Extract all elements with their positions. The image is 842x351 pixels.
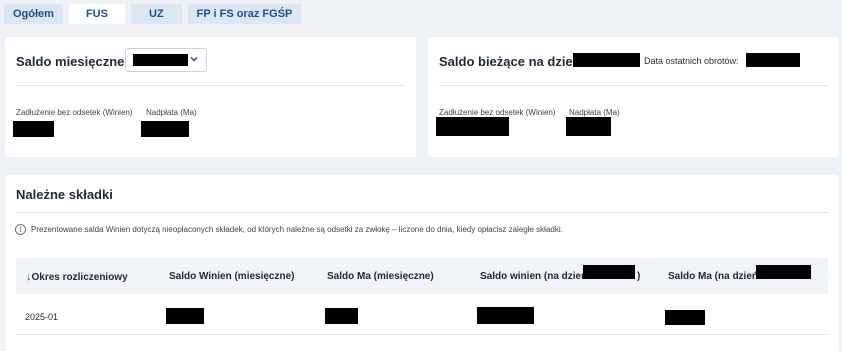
redacted-header-date xyxy=(583,265,635,279)
redacted-cell-credit-current xyxy=(665,310,705,325)
debt-label: Zadłużenie bez odsetek (Winien) xyxy=(16,108,133,117)
column-header-period[interactable]: ↓Okres rozliczeniowy xyxy=(26,271,128,283)
current-balance-title: Saldo bieżące na dzień: xyxy=(439,54,585,69)
column-header-debit-current-close: ) xyxy=(637,271,641,282)
redacted-month-value xyxy=(133,54,188,66)
divider xyxy=(16,85,405,86)
tab-fus[interactable]: FUS xyxy=(68,4,125,24)
tab-ogolem[interactable]: Ogółem xyxy=(4,4,63,24)
redacted-last-turnover-date xyxy=(746,53,800,67)
overpayment-label: Nadpłata (Ma) xyxy=(146,108,197,117)
current-debt-label: Zadłużenie bez odsetek (Winien) xyxy=(439,108,556,117)
last-turnover-label: Data ostatnich obrotów: xyxy=(644,56,739,66)
info-icon: i xyxy=(15,224,26,235)
due-contributions-card: Należne składki i Prezentowane salda Win… xyxy=(5,175,839,351)
tab-bar: Ogółem FUS UZ FP i FS oraz FGŚP xyxy=(4,4,302,24)
column-header-debit-monthly: Saldo Winien (miesięczne) xyxy=(169,271,295,282)
redacted-current-debt-value xyxy=(436,117,509,136)
cell-period: 2025-01 xyxy=(25,312,59,322)
tab-fp-fs-fgsp[interactable]: FP i FS oraz FGŚP xyxy=(187,4,302,24)
table-row: 2025-01 xyxy=(16,296,828,335)
divider xyxy=(16,212,828,213)
table-header: ↓Okres rozliczeniowy Saldo Winien (miesi… xyxy=(16,258,828,294)
tab-uz[interactable]: UZ xyxy=(130,4,182,24)
redacted-cell-debit-monthly xyxy=(166,308,204,324)
redacted-cell-debit-current xyxy=(477,307,534,324)
monthly-balance-title: Saldo miesięczne: xyxy=(16,54,129,69)
redacted-debt-value xyxy=(13,121,54,137)
redacted-overpayment-value xyxy=(141,121,189,137)
redacted-header-date-2 xyxy=(756,265,811,279)
redacted-current-date xyxy=(573,53,640,67)
info-text: Prezentowane salda Winien dotyczą nieopł… xyxy=(31,225,563,234)
info-note: i Prezentowane salda Winien dotyczą nieo… xyxy=(15,224,563,235)
month-select[interactable] xyxy=(125,48,207,72)
due-contributions-title: Należne składki xyxy=(16,187,113,202)
redacted-current-overpayment-value xyxy=(566,117,611,136)
chevron-down-icon xyxy=(190,56,198,62)
monthly-balance-card: Saldo miesięczne: Zadłużenie bez odsetek… xyxy=(5,37,416,157)
column-header-debit-current: Saldo winien (na dzień xyxy=(480,271,588,282)
redacted-cell-credit-monthly xyxy=(325,308,358,324)
column-header-credit-current: Saldo Ma (na dzień xyxy=(668,271,759,282)
column-header-credit-monthly: Saldo Ma (miesięczne) xyxy=(327,271,434,282)
current-balance-card: Saldo bieżące na dzień: Data ostatnich o… xyxy=(428,37,839,157)
current-overpayment-label: Nadpłata (Ma) xyxy=(569,108,620,117)
divider xyxy=(439,85,828,86)
